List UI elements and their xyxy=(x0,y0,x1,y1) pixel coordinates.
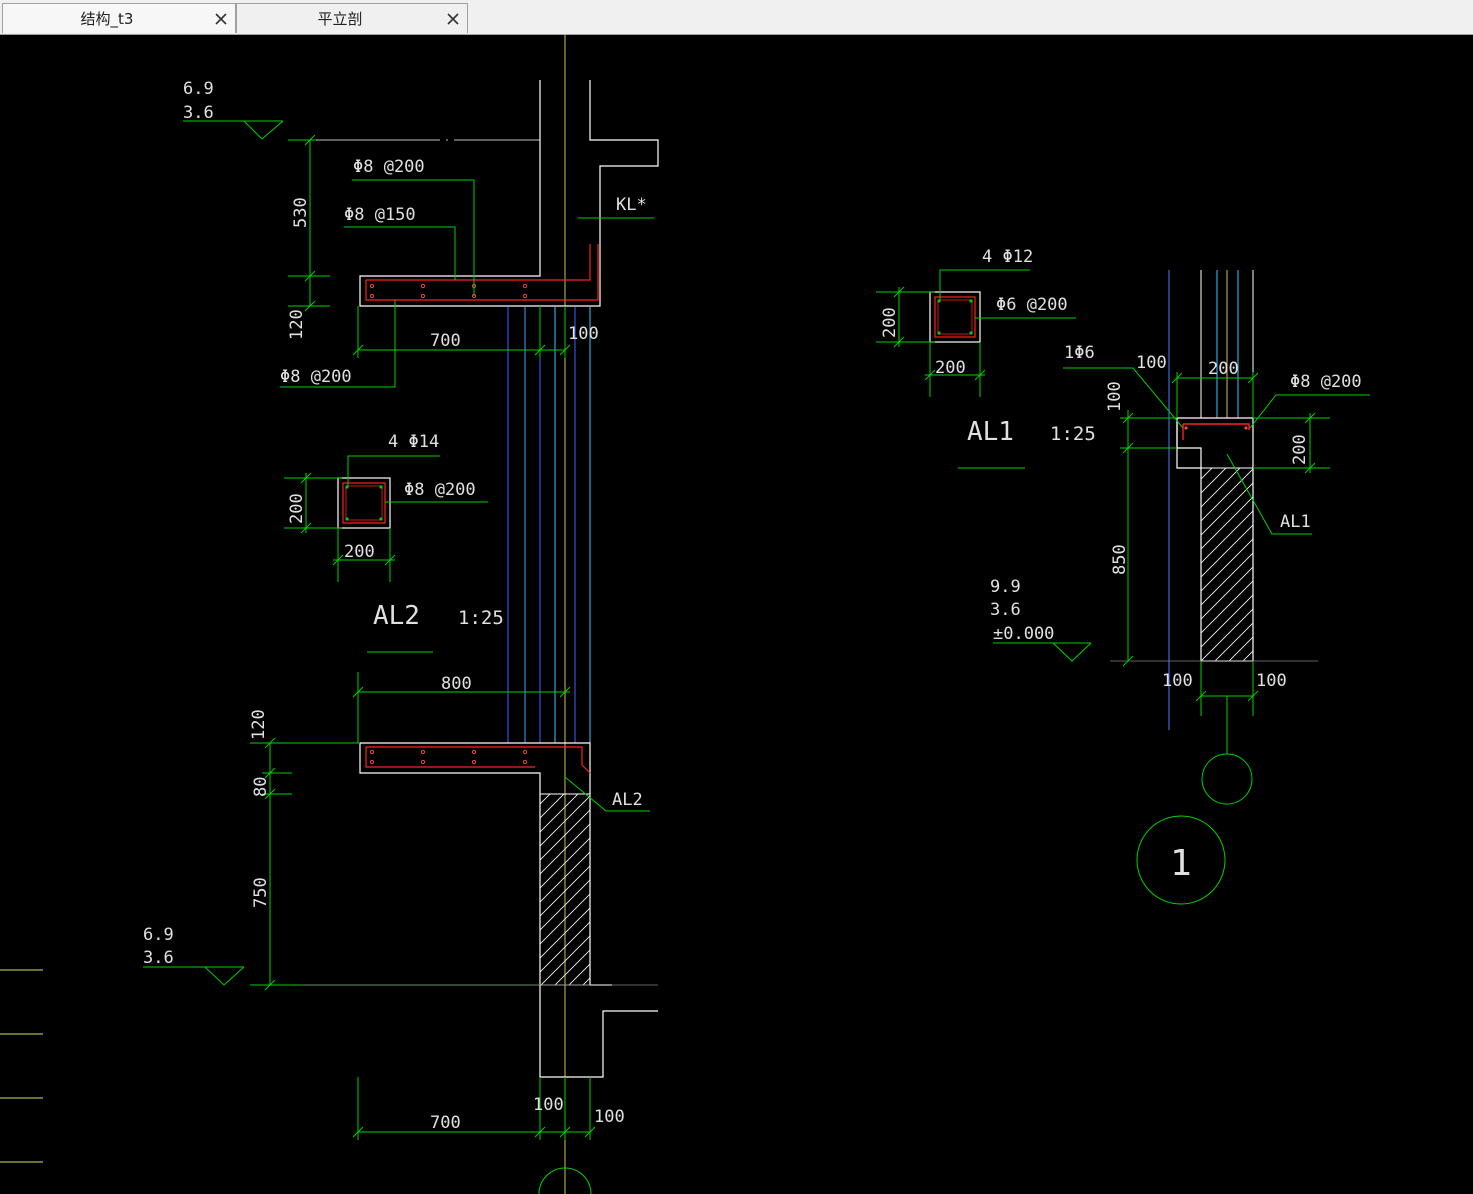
svg-text:100: 100 xyxy=(1162,671,1193,691)
lower-rebar xyxy=(365,746,591,774)
svg-text:100: 100 xyxy=(1256,671,1287,691)
svg-text:700: 700 xyxy=(430,331,461,351)
svg-text:800: 800 xyxy=(441,674,472,694)
svg-text:200: 200 xyxy=(1290,434,1310,465)
svg-text:1:25: 1:25 xyxy=(458,607,504,629)
svg-text:3.6: 3.6 xyxy=(143,948,174,968)
window-lines xyxy=(507,307,591,743)
svg-text:200: 200 xyxy=(880,307,900,338)
svg-text:80: 80 xyxy=(251,777,271,797)
svg-text:700: 700 xyxy=(430,1113,461,1133)
svg-text:Φ8 @200: Φ8 @200 xyxy=(404,480,476,500)
svg-text:6.9: 6.9 xyxy=(183,79,214,99)
svg-text:750: 750 xyxy=(251,877,271,908)
rebar-label-top2: Φ8 @150 xyxy=(344,205,416,225)
svg-text:200: 200 xyxy=(935,358,966,378)
svg-text:9.9: 9.9 xyxy=(990,577,1021,597)
kl-tag: KL* xyxy=(616,195,647,215)
level-mark-top: 6.9 3.6 xyxy=(183,79,284,140)
document-tab-bar: 结构_t3 平立剖 xyxy=(0,0,1473,35)
upper-rebar-top xyxy=(366,244,591,281)
rebar-label-bottom: Φ8 @200 xyxy=(280,367,352,387)
svg-text:200: 200 xyxy=(344,542,375,562)
close-icon[interactable] xyxy=(445,11,461,27)
svg-text:±0.000: ±0.000 xyxy=(993,624,1054,644)
al2-section: 4 Φ14 Φ8 @200 200 200 AL2 1:25 xyxy=(284,432,504,653)
al1-section: 4 Φ12 Φ6 @200 200 200 AL1 1:25 xyxy=(876,247,1096,469)
svg-text:Φ8 @200: Φ8 @200 xyxy=(1290,372,1362,392)
detail-1: 1Φ6 100 200 Φ8 @200 100 200 AL1 850 9.9 … xyxy=(990,270,1370,905)
cad-drawing-canvas[interactable]: 6.9 3.6 530 120 Φ8 @200 Φ8 @150 Φ8 @200 … xyxy=(0,34,1473,1194)
svg-text:Φ6 @200: Φ6 @200 xyxy=(996,295,1068,315)
svg-text:3.6: 3.6 xyxy=(990,600,1021,620)
svg-text:100: 100 xyxy=(1105,381,1125,412)
svg-text:530: 530 xyxy=(291,197,311,228)
svg-text:200: 200 xyxy=(1208,359,1239,379)
tab-plan-elevation-section[interactable]: 平立剖 xyxy=(236,3,468,33)
svg-text:1: 1 xyxy=(1170,843,1192,884)
svg-text:AL1: AL1 xyxy=(967,417,1014,447)
svg-text:850: 850 xyxy=(1110,544,1130,575)
left-elevation: 6.9 3.6 530 120 Φ8 @200 Φ8 @150 Φ8 @200 … xyxy=(0,34,659,1194)
upper-rebar-bottom xyxy=(365,244,599,301)
rebar-label-top1: Φ8 @200 xyxy=(353,157,425,177)
svg-text:120: 120 xyxy=(287,309,307,340)
wall-hatch xyxy=(539,793,591,986)
tab-structure-t3[interactable]: 结构_t3 xyxy=(2,3,236,33)
svg-text:4 Φ14: 4 Φ14 xyxy=(388,432,439,452)
svg-text:AL2: AL2 xyxy=(373,601,420,631)
tab-label: 结构_t3 xyxy=(80,10,134,28)
svg-text:100: 100 xyxy=(1136,353,1167,373)
svg-text:100: 100 xyxy=(568,324,599,344)
svg-text:120: 120 xyxy=(249,709,269,740)
svg-text:200: 200 xyxy=(287,493,307,524)
al2-tag: AL2 xyxy=(612,790,643,810)
tab-label: 平立剖 xyxy=(317,10,363,28)
svg-text:1Φ6: 1Φ6 xyxy=(1064,343,1095,363)
level-mark-bottom: 6.9 3.6 xyxy=(143,925,245,986)
close-icon[interactable] xyxy=(213,11,229,27)
svg-text:6.9: 6.9 xyxy=(143,925,174,945)
svg-text:100: 100 xyxy=(533,1095,564,1115)
svg-text:AL1: AL1 xyxy=(1280,512,1311,532)
svg-text:4 Φ12: 4 Φ12 xyxy=(982,247,1033,267)
svg-text:1:25: 1:25 xyxy=(1050,423,1096,445)
svg-text:100: 100 xyxy=(594,1107,625,1127)
upper-beam-outline xyxy=(359,80,659,307)
svg-text:3.6: 3.6 xyxy=(183,103,214,123)
